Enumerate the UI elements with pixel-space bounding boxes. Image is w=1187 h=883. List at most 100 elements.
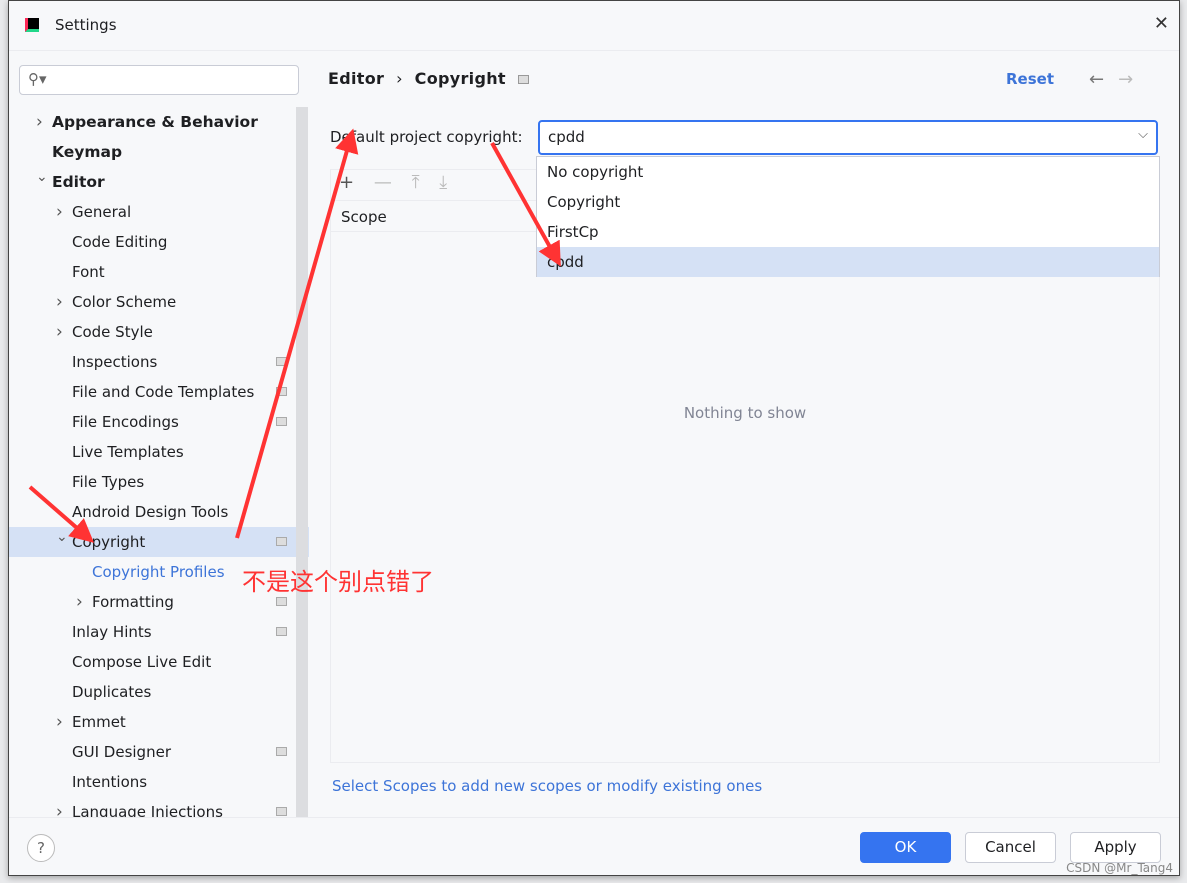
chevron-right-icon[interactable]: ›	[56, 797, 63, 817]
tree-item[interactable]: ⌄ Copyright	[9, 527, 309, 557]
apply-button[interactable]: Apply	[1070, 832, 1161, 863]
project-scope-icon	[276, 417, 287, 426]
project-scope-icon	[276, 357, 287, 366]
select-scopes-link[interactable]: Select Scopes to add new scopes or modif…	[332, 777, 762, 795]
chevron-down-icon[interactable]: ⌄	[56, 522, 68, 552]
tree-item[interactable]: Inlay Hints	[9, 617, 309, 647]
tree-item[interactable]: Code Editing	[9, 227, 309, 257]
close-icon[interactable]: ✕	[1154, 13, 1169, 34]
title-bar: Settings ✕	[9, 1, 1179, 51]
tree-item-label: Android Design Tools	[72, 503, 229, 521]
tree-item-label: Appearance & Behavior	[52, 113, 258, 131]
add-icon[interactable]: +	[339, 172, 354, 193]
project-scope-icon	[276, 807, 287, 816]
tree-item-label: General	[72, 203, 132, 221]
chevron-right-icon[interactable]: ›	[56, 197, 63, 227]
dialog-footer: ? OK Cancel Apply	[9, 817, 1179, 877]
tree-item-label: Live Templates	[72, 443, 184, 461]
ok-button[interactable]: OK	[860, 832, 951, 863]
tree-item-label: Intentions	[72, 773, 148, 791]
tree-scrollbar[interactable]	[296, 107, 308, 817]
tree-item-label: Color Scheme	[72, 293, 177, 311]
watermark: CSDN @Mr_Tang4	[1066, 861, 1173, 875]
copyright-dropdown-list: No copyright Copyright FirstCp cpdd	[536, 156, 1160, 277]
tree-item-label: Emmet	[72, 713, 126, 731]
project-scope-icon	[517, 75, 529, 84]
chevron-right-icon[interactable]: ›	[56, 317, 63, 347]
dropdown-option[interactable]: Copyright	[537, 187, 1159, 217]
chevron-right-icon[interactable]: ›	[56, 287, 63, 317]
tree-item[interactable]: Intentions	[9, 767, 309, 797]
tree-item[interactable]: Compose Live Edit	[9, 647, 309, 677]
tree-item-label: Duplicates	[72, 683, 152, 701]
tree-item-label: Copyright Profiles	[92, 563, 225, 581]
chevron-right-icon[interactable]: ›	[56, 707, 63, 737]
tree-item[interactable]: Duplicates	[9, 677, 309, 707]
tree-item[interactable]: › Color Scheme	[9, 287, 309, 317]
chevron-right-icon[interactable]: ›	[76, 587, 83, 617]
tree-item[interactable]: › Appearance & Behavior	[9, 107, 309, 137]
tree-item[interactable]: Font	[9, 257, 309, 287]
search-icon: ⚲▾	[28, 70, 47, 88]
tree-item-label: File and Code Templates	[72, 383, 255, 401]
back-arrow-icon[interactable]: ←	[1089, 69, 1104, 90]
annotation-text: 不是这个别点错了	[242, 568, 434, 596]
default-copyright-select[interactable]: cpdd ⌵	[538, 120, 1158, 155]
help-button[interactable]: ?	[27, 834, 55, 862]
selected-value: cpdd	[548, 128, 585, 146]
settings-search-input[interactable]: ⚲▾	[19, 65, 299, 95]
project-scope-icon	[276, 627, 287, 636]
window-title: Settings	[55, 16, 117, 34]
settings-tree: › Appearance & Behavior Keymap ⌄ Editor › Gene…	[9, 107, 309, 817]
forward-arrow-icon[interactable]: →	[1118, 69, 1133, 90]
tree-item-label: Font	[72, 263, 105, 281]
settings-dialog: Settings ✕ ⚲▾ › Appearance & Behavior Keym…	[8, 0, 1180, 876]
move-down-icon[interactable]: ⤓	[439, 172, 447, 193]
empty-state: Nothing to show	[683, 404, 807, 422]
reset-button[interactable]: Reset	[1006, 70, 1054, 88]
tree-item[interactable]: Android Design Tools	[9, 497, 309, 527]
dropdown-option[interactable]: FirstCp	[537, 217, 1159, 247]
breadcrumb-current: Copyright	[414, 69, 506, 88]
tree-item[interactable]: › Code Style	[9, 317, 309, 347]
tree-item-label: Editor	[52, 173, 105, 191]
tree-item-label: Compose Live Edit	[72, 653, 212, 671]
tree-item[interactable]: Live Templates	[9, 437, 309, 467]
cancel-button[interactable]: Cancel	[965, 832, 1056, 863]
tree-item[interactable]: Keymap	[9, 137, 309, 167]
tree-item-label: Formatting	[92, 593, 174, 611]
chevron-down-icon: ⌵	[1138, 127, 1148, 142]
default-copyright-label: Default project copyright:	[330, 128, 523, 146]
tree-item-label: GUI Designer	[72, 743, 171, 761]
tree-item-label: Inspections	[72, 353, 158, 371]
dropdown-option[interactable]: No copyright	[537, 157, 1159, 187]
tree-item[interactable]: GUI Designer	[9, 737, 309, 767]
project-scope-icon	[276, 537, 287, 546]
breadcrumb-separator: ›	[396, 69, 403, 88]
dropdown-option[interactable]: cpdd	[537, 247, 1159, 277]
tree-item[interactable]: File Types	[9, 467, 309, 497]
project-scope-icon	[276, 597, 287, 606]
move-up-icon[interactable]: ⤒	[412, 172, 420, 193]
project-scope-icon	[276, 387, 287, 396]
tree-item[interactable]: File Encodings	[9, 407, 309, 437]
breadcrumb-parent[interactable]: Editor	[328, 69, 384, 88]
project-scope-icon	[276, 747, 287, 756]
breadcrumb: Editor › Copyright	[328, 69, 529, 88]
tree-item[interactable]: › Emmet	[9, 707, 309, 737]
tree-item[interactable]: ⌄ Editor	[9, 167, 309, 197]
tree-item-label: File Encodings	[72, 413, 179, 431]
chevron-down-icon[interactable]: ⌄	[36, 162, 48, 192]
tree-item[interactable]: Inspections	[9, 347, 309, 377]
tree-item[interactable]: › General	[9, 197, 309, 227]
chevron-right-icon[interactable]: ›	[36, 107, 43, 137]
tree-item-label: File Types	[72, 473, 145, 491]
tree-item-label: Keymap	[52, 143, 123, 161]
tree-item[interactable]: File and Code Templates	[9, 377, 309, 407]
tree-item[interactable]: › Language Injections	[9, 797, 309, 817]
remove-icon[interactable]: —	[374, 172, 392, 193]
tree-item-label: Code Style	[72, 323, 153, 341]
tree-item-label: Copyright	[72, 533, 146, 551]
tree-item-label: Language Injections	[72, 803, 223, 817]
app-logo-icon	[25, 18, 39, 32]
